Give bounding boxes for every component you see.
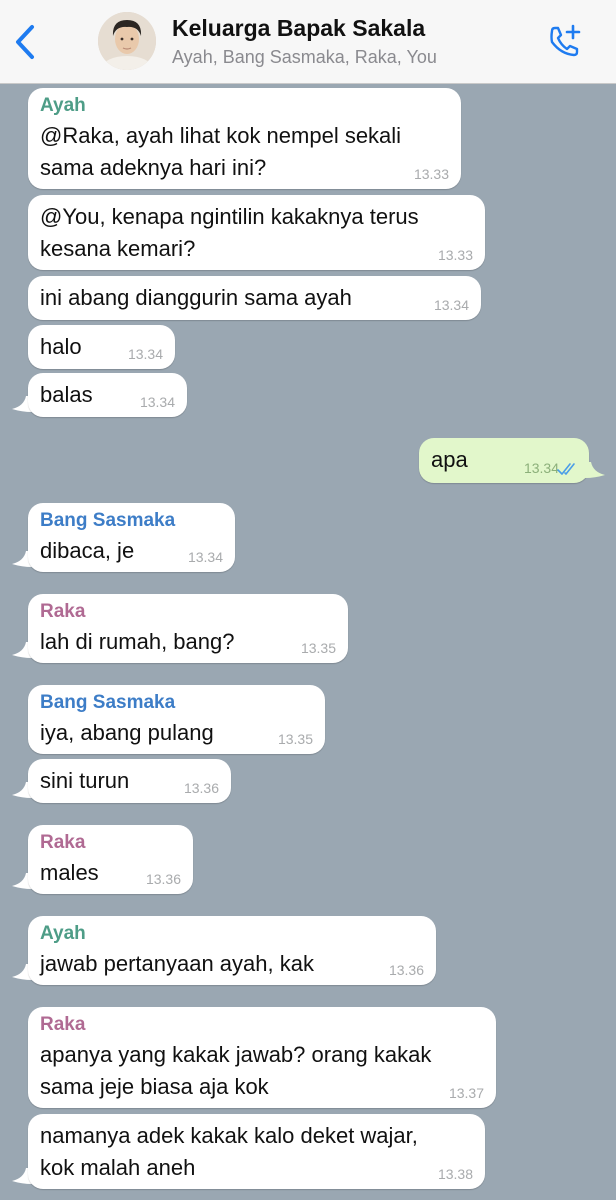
message-time: 13.34: [523, 460, 559, 476]
message-bubble[interactable]: Raka males 13.36: [28, 825, 193, 894]
message-sender: Raka: [40, 832, 86, 853]
group-members[interactable]: Ayah, Bang Sasmaka, Raka, You: [172, 47, 437, 68]
message-sender: Bang Sasmaka: [40, 510, 176, 531]
message-time: 13.35: [277, 731, 313, 747]
message-text: jawab pertanyaan ayah, kak: [40, 951, 314, 976]
message-bubble[interactable]: balas 13.34: [28, 373, 187, 417]
message-sender: Raka: [40, 1014, 86, 1035]
message-bubble[interactable]: @You, kenapa ngintilin kakaknya terus ke…: [28, 195, 485, 270]
message-text: namanya adek kakak kalo deket wajar,: [40, 1123, 418, 1148]
message-sender: Ayah: [40, 95, 86, 116]
message-sender: Bang Sasmaka: [40, 692, 176, 713]
avatar-photo: [98, 12, 156, 70]
message-bubble[interactable]: Bang Sasmaka iya, abang pulang 13.35: [28, 685, 325, 754]
chevron-left-icon: [16, 25, 34, 59]
message-bubble[interactable]: Ayah @Raka, ayah lihat kok nempel sekali…: [28, 88, 461, 189]
message-text: lah di rumah, bang?: [40, 629, 235, 654]
phone-plus-icon: [550, 24, 581, 57]
message-time: 13.34: [433, 297, 469, 313]
group-title[interactable]: Keluarga Bapak Sakala: [172, 15, 425, 42]
message-time: 13.36: [145, 871, 181, 887]
message-time: 13.38: [437, 1166, 473, 1182]
message-text: apanya yang kakak jawab? orang kakak: [40, 1042, 432, 1067]
message-time: 13.33: [437, 247, 473, 263]
message-bubble[interactable]: ini abang dianggurin sama ayah 13.34: [28, 276, 481, 320]
message-bubble[interactable]: Raka lah di rumah, bang? 13.35: [28, 594, 348, 663]
message-time: 13.36: [388, 962, 424, 978]
message-bubble[interactable]: halo 13.34: [28, 325, 175, 369]
message-text: kok malah aneh: [40, 1155, 196, 1180]
message-text: @Raka, ayah lihat kok nempel sekali: [40, 123, 402, 148]
double-check-icon: [557, 463, 575, 475]
chat-header: Keluarga Bapak Sakala Ayah, Bang Sasmaka…: [0, 0, 616, 84]
message-sender: Raka: [40, 601, 86, 622]
message-bubble[interactable]: Raka apanya yang kakak jawab? orang kaka…: [28, 1007, 496, 1108]
message-text: iya, abang pulang: [40, 720, 214, 745]
message-sender: Ayah: [40, 923, 86, 944]
message-time: 13.35: [300, 640, 336, 656]
message-text: ini abang dianggurin sama ayah: [40, 285, 352, 310]
message-bubble[interactable]: Bang Sasmaka dibaca, je 13.34: [28, 503, 235, 572]
message-bubble-outgoing[interactable]: apa 13.34: [419, 438, 589, 483]
add-call-button[interactable]: [544, 22, 584, 62]
message-time: 13.36: [183, 780, 219, 796]
message-time: 13.33: [413, 166, 449, 182]
message-text: sama jeje biasa aja kok: [40, 1074, 269, 1099]
group-avatar[interactable]: [98, 12, 156, 70]
message-time: 13.37: [448, 1085, 484, 1101]
message-time: 13.34: [187, 549, 223, 565]
message-time: 13.34: [127, 346, 163, 362]
message-bubble[interactable]: namanya adek kakak kalo deket wajar, kok…: [28, 1114, 485, 1189]
message-text: @You, kenapa ngintilin kakaknya terus: [40, 204, 419, 229]
message-bubble[interactable]: sini turun 13.36: [28, 759, 231, 803]
message-bubble[interactable]: Ayah jawab pertanyaan ayah, kak 13.36: [28, 916, 436, 985]
back-button[interactable]: [10, 24, 42, 60]
message-text: sama adeknya hari ini?: [40, 155, 267, 180]
message-text: kesana kemari?: [40, 236, 196, 261]
message-time: 13.34: [139, 394, 175, 410]
bubble-tail: [585, 462, 605, 478]
